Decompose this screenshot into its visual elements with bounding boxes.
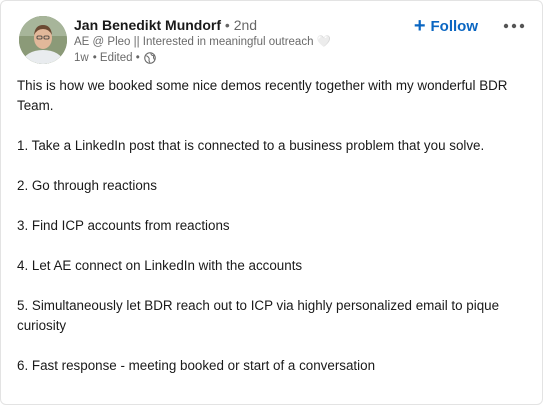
- author-name-row: Jan Benedikt Mundorf • 2nd: [74, 16, 331, 35]
- step-4: 4. Let AE connect on LinkedIn with the a…: [17, 258, 303, 273]
- step-2: 2. Go through reactions: [17, 178, 157, 193]
- step-5: 5. Simultaneously let BDR reach out to I…: [17, 298, 500, 333]
- step-3: 3. Find ICP accounts from reactions: [17, 218, 230, 233]
- plus-icon: +: [413, 15, 426, 37]
- step-1: 1. Take a LinkedIn post that is connecte…: [17, 138, 485, 153]
- follow-label: Follow: [430, 17, 479, 35]
- author-meta: Jan Benedikt Mundorf • 2nd AE @ Pleo || …: [74, 16, 331, 66]
- edited-label: • Edited •: [92, 52, 140, 64]
- author-headline: AE @ Pleo || Interested in meaningful ou…: [74, 36, 331, 48]
- follow-button[interactable]: + Follow: [414, 16, 478, 36]
- connection-degree: • 2nd: [224, 17, 258, 33]
- globe-icon: [143, 52, 156, 64]
- author-name[interactable]: Jan Benedikt Mundorf: [74, 17, 221, 33]
- feed-post: Jan Benedikt Mundorf • 2nd AE @ Pleo || …: [0, 0, 543, 405]
- post-header: Jan Benedikt Mundorf • 2nd AE @ Pleo || …: [19, 16, 530, 66]
- post-time: 1w: [74, 52, 89, 64]
- post-subline: 1w • Edited •: [74, 50, 331, 66]
- more-options-icon[interactable]: [502, 18, 526, 34]
- avatar[interactable]: [19, 16, 67, 64]
- step-6: 6. Fast response - meeting booked or sta…: [17, 358, 376, 373]
- avatar-image: [19, 16, 67, 64]
- post-body: This is how we booked some nice demos re…: [17, 76, 528, 376]
- post-intro: This is how we booked some nice demos re…: [17, 78, 508, 113]
